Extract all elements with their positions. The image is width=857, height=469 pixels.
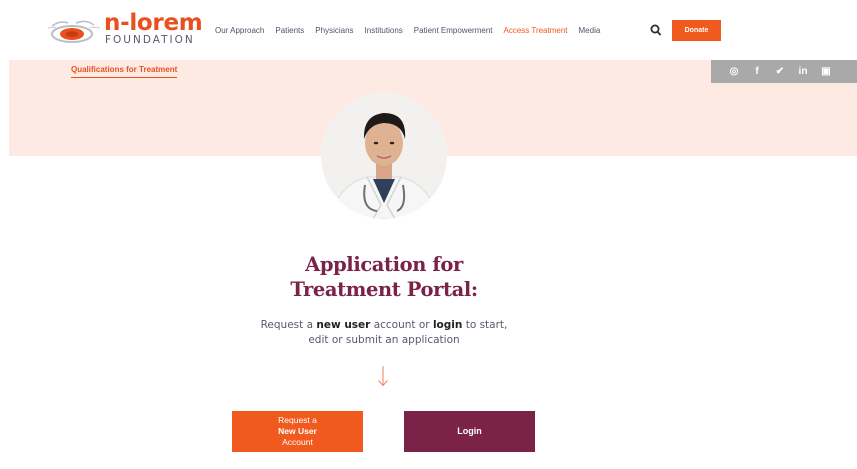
- doctor-portrait-image: [321, 93, 447, 219]
- title-line-2: Treatment Portal:: [290, 278, 478, 301]
- nav-item-patients[interactable]: Patients: [275, 25, 304, 37]
- nav-item-our-approach[interactable]: Our Approach: [215, 25, 264, 37]
- qualifications-link[interactable]: Qualifications for Treatment: [71, 65, 178, 78]
- nav-item-access-treatment[interactable]: Access Treatment: [503, 25, 567, 37]
- nav-item-institutions[interactable]: Institutions: [365, 25, 403, 37]
- logo-mark-icon: [48, 20, 100, 43]
- donate-button[interactable]: Donate: [672, 20, 721, 41]
- intro-part-1: Request a: [260, 319, 317, 331]
- instagram-icon[interactable]: ◎: [728, 66, 740, 78]
- main-nav: Our Approach Patients Physicians Institu…: [215, 24, 611, 38]
- page: n-lorem FOUNDATION Our Approach Patients…: [0, 0, 857, 469]
- linkedin-icon[interactable]: in: [797, 66, 809, 78]
- doctor-avatar: [321, 93, 447, 219]
- intro-line-2: edit or submit an application: [308, 334, 460, 346]
- nav-item-media[interactable]: Media: [579, 25, 601, 37]
- request-bold: New User: [278, 426, 317, 436]
- title-line-1: Application for: [305, 253, 463, 276]
- logo-subtitle: FOUNDATION: [105, 34, 195, 46]
- intro-line-1: Request a new user account or login to s…: [234, 318, 534, 333]
- request-rest: Account: [282, 437, 313, 447]
- page-title: Application for Treatment Portal:: [228, 252, 540, 302]
- social-bar: ◎ f ✔ in ▣: [711, 60, 857, 83]
- logo-name: n-lorem: [104, 10, 203, 36]
- site-header: n-lorem FOUNDATION Our Approach Patients…: [0, 0, 857, 60]
- facebook-icon[interactable]: f: [751, 66, 763, 78]
- request-new-user-account-button[interactable]: Request a New User Account: [232, 411, 363, 452]
- nav-item-patient-empowerment[interactable]: Patient Empowerment: [414, 25, 493, 37]
- site-logo[interactable]: n-lorem FOUNDATION: [48, 10, 203, 48]
- intro-new-user: new user: [316, 319, 371, 331]
- login-button[interactable]: Login: [404, 411, 535, 452]
- intro-login: login: [432, 319, 463, 331]
- twitter-icon[interactable]: ✔: [774, 66, 786, 78]
- youtube-icon[interactable]: ▣: [820, 66, 832, 78]
- intro-part-2: account or: [370, 319, 433, 331]
- request-line-2: New User Account: [232, 426, 363, 448]
- intro-text: Request a new user account or login to s…: [234, 318, 534, 348]
- request-line-1: Request a: [278, 415, 317, 425]
- search-icon[interactable]: [650, 24, 662, 37]
- nav-item-physicians[interactable]: Physicians: [315, 25, 353, 37]
- intro-part-3: to start,: [462, 319, 508, 331]
- arrow-down-icon: [378, 366, 388, 387]
